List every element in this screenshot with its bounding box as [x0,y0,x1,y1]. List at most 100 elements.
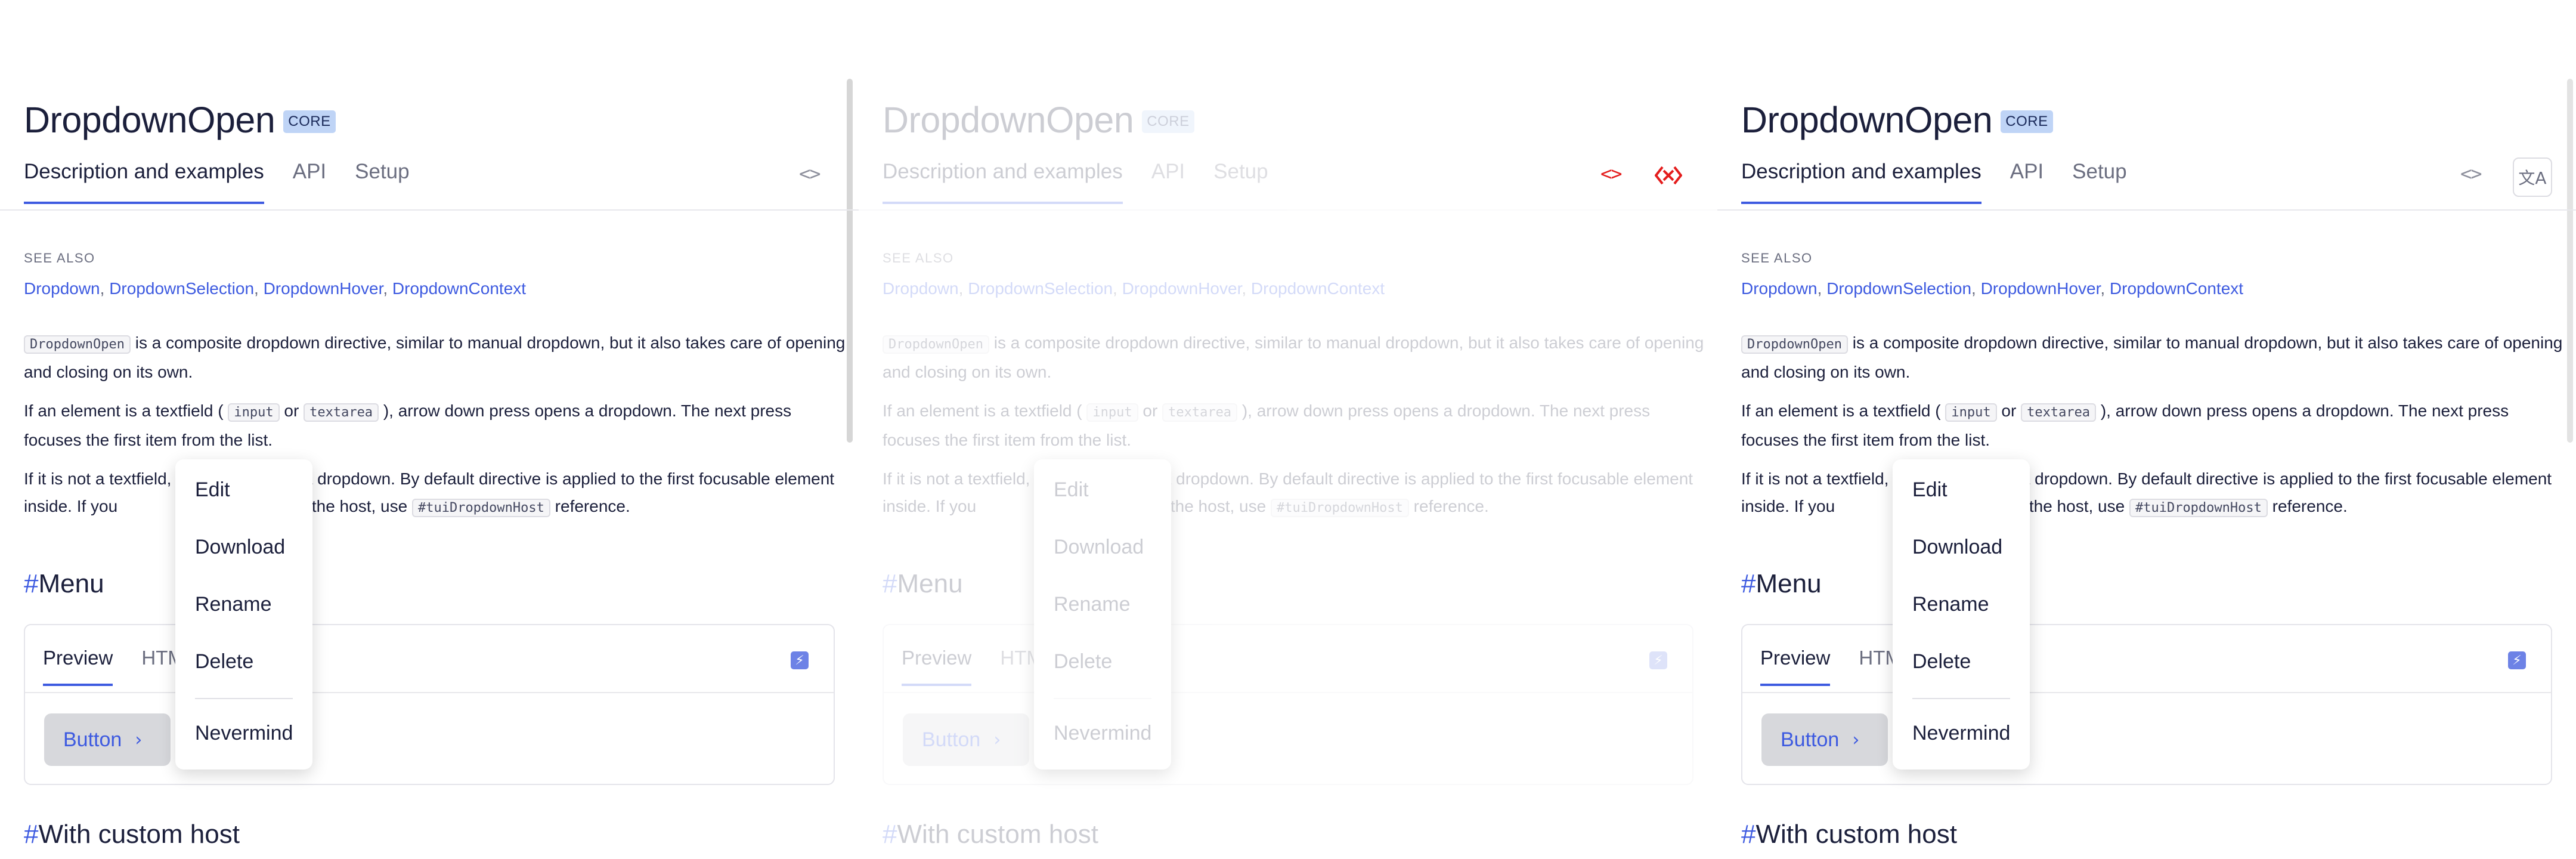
tab-setup[interactable]: Setup [2072,160,2126,204]
bolt-icon[interactable]: ⚡ [1649,651,1667,669]
tab-preview[interactable]: Preview [43,647,113,686]
tab-description[interactable]: Description and examples [883,160,1123,204]
button-label: Button [1781,728,1840,751]
menu-item-nevermind[interactable]: Nevermind [1054,722,1151,745]
description-paragraph-2: If an element is a textfield ( input or … [883,397,1711,454]
menu-item-download[interactable]: Download [1912,536,2002,559]
link-dropdown-selection[interactable]: DropdownSelection [1826,279,1971,298]
bolt-icon[interactable]: ⚡ [791,651,809,669]
page-tabs: Description and examples API Setup [883,160,1297,204]
code-icon[interactable]: <> [799,162,821,185]
inline-code: input [228,403,280,422]
anchor-link[interactable]: # [24,569,38,598]
page-tabs: Description and examples API Setup [24,160,438,204]
dropdown-trigger-button[interactable]: Button › [1761,713,1888,766]
link-dropdown-hover[interactable]: DropdownHover [264,279,383,298]
link-dropdown[interactable]: Dropdown [883,279,959,298]
paragraph-text: is a composite dropdown directive, simil… [24,333,846,381]
code-icon[interactable]: <> [2460,162,2482,185]
link-dropdown-context[interactable]: DropdownContext [1251,279,1385,298]
link-dropdown-hover[interactable]: DropdownHover [1981,279,2101,298]
tab-preview[interactable]: Preview [1760,647,1831,686]
menu-divider [195,698,293,699]
link-dropdown-selection[interactable]: DropdownSelection [968,279,1113,298]
tab-api[interactable]: API [293,160,326,204]
dropdown-menu: Edit Download Rename Delete Nevermind [175,459,312,770]
menu-item-rename[interactable]: Rename [1054,593,1131,616]
chevron-right-icon: › [135,729,143,750]
tab-setup[interactable]: Setup [355,160,409,204]
custom-host-heading: #With custom host [1741,820,1957,849]
anchor-link[interactable]: # [1741,820,1755,849]
core-badge: CORE [283,110,336,133]
menu-item-download[interactable]: Download [195,536,285,559]
tabs-divider [1717,209,2576,211]
code-off-icon[interactable] [1654,163,1683,187]
menu-heading: #Menu [24,569,104,599]
menu-divider [1912,698,2010,699]
paragraph-text: is a composite dropdown directive, simil… [883,333,1704,381]
anchor-link[interactable]: # [883,820,897,849]
tab-description[interactable]: Description and examples [1741,160,1981,204]
tab-description[interactable]: Description and examples [24,160,264,204]
see-also-label: SEE ALSO [1741,251,1813,265]
tab-setup[interactable]: Setup [1213,160,1268,204]
bolt-icon[interactable]: ⚡ [2508,651,2526,669]
code-icon[interactable]: <> [1600,162,1623,185]
doc-content: DropdownOpen CORE Description and exampl… [859,0,1717,859]
custom-host-heading: #With custom host [883,820,1098,849]
heading-text: With custom host [897,820,1098,849]
heading-text: With custom host [38,820,240,849]
link-dropdown-context[interactable]: DropdownContext [392,279,526,298]
title-row: DropdownOpen CORE [883,99,1194,141]
paragraph-text: or [1996,401,2021,420]
menu-item-rename[interactable]: Rename [1912,593,1989,616]
link-dropdown[interactable]: Dropdown [1741,279,1818,298]
paragraph-text: If it is not a textfield, [1741,469,1889,488]
paragraph-text: If it is not a textfield, [24,469,172,488]
link-dropdown-selection[interactable]: DropdownSelection [109,279,254,298]
menu-item-rename[interactable]: Rename [195,593,272,616]
anchor-link[interactable]: # [883,569,897,598]
description-paragraph-1: DropdownOpen is a composite dropdown dir… [24,329,853,386]
example-box: Preview HTM t ⚡ Button› [24,624,835,785]
translate-icon[interactable]: 文A [2513,157,2552,197]
doc-content: DropdownOpen CORE Description and exampl… [1717,0,2576,859]
menu-item-edit[interactable]: Edit [195,478,230,502]
link-dropdown-hover[interactable]: DropdownHover [1122,279,1242,298]
separator: , [100,279,110,298]
menu-item-nevermind[interactable]: Nevermind [195,722,293,745]
menu-item-delete[interactable]: Delete [1912,650,1971,673]
vertical-scrollbar[interactable] [2567,79,2573,443]
description-paragraph-3: If it is not a textfield, ses a dropdown.… [1741,465,2570,522]
description-paragraph-2: If an element is a textfield ( input or … [24,397,853,454]
see-also-links: Dropdown, DropdownSelection, DropdownHov… [883,279,1385,298]
paragraph-text: If an element is a textfield ( [883,401,1087,420]
inline-code: DropdownOpen [883,335,989,354]
inline-code: DropdownOpen [1741,335,1848,354]
menu-divider [1054,698,1151,699]
dropdown-trigger-button[interactable]: Button › [903,713,1029,766]
menu-item-edit[interactable]: Edit [1054,478,1089,502]
menu-item-delete[interactable]: Delete [195,650,253,673]
separator: , [383,279,392,298]
title-row: DropdownOpen CORE [1741,99,2053,141]
menu-item-delete[interactable]: Delete [1054,650,1112,673]
menu-item-edit[interactable]: Edit [1912,478,1948,502]
dropdown-trigger-button[interactable]: Button › [44,713,171,766]
link-dropdown-context[interactable]: DropdownContext [2110,279,2243,298]
tab-preview[interactable]: Preview [902,647,972,686]
anchor-link[interactable]: # [24,820,38,849]
menu-item-download[interactable]: Download [1054,536,1144,559]
tab-api[interactable]: API [2010,160,2044,204]
example-divider [1742,692,2551,693]
paragraph-text: reference. [1408,497,1489,515]
button-label: Button [63,728,122,751]
anchor-link[interactable]: # [1741,569,1755,598]
inline-code: DropdownOpen [24,335,131,354]
tab-api[interactable]: API [1151,160,1185,204]
example-box: Preview HTM t ⚡ Button› [883,624,1693,785]
menu-item-nevermind[interactable]: Nevermind [1912,722,2010,745]
vertical-scrollbar[interactable] [847,79,853,443]
link-dropdown[interactable]: Dropdown [24,279,100,298]
